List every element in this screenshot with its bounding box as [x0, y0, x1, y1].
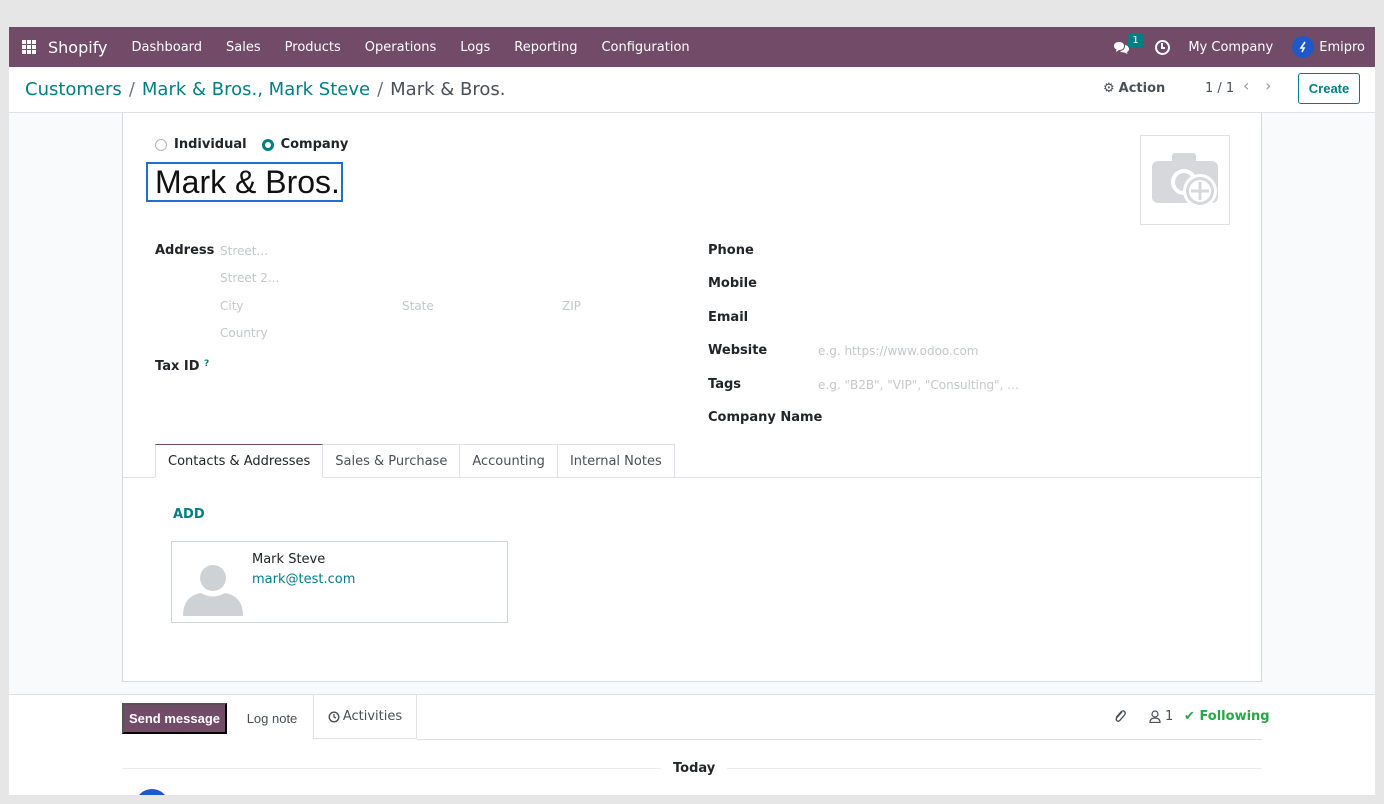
pager-value[interactable]: 1 / 1 — [1205, 81, 1234, 96]
phone-label: Phone — [708, 243, 754, 258]
radio-individual[interactable] — [155, 138, 167, 151]
activities-button[interactable]: Activities — [313, 695, 417, 739]
check-icon: ✔ — [1184, 709, 1195, 724]
contact-email-link[interactable]: mark@test.com — [252, 572, 355, 587]
company-type-radio: Individual Company — [155, 137, 363, 152]
street2-input[interactable]: Street 2... — [220, 271, 279, 285]
action-label: Action — [1118, 81, 1166, 96]
app-brand[interactable]: Shopify — [48, 38, 108, 57]
followers-button[interactable]: 1 — [1149, 709, 1173, 724]
mobile-label: Mobile — [708, 276, 757, 291]
navbar-systray: 1 My Company Emipro — [1113, 27, 1375, 67]
website-input[interactable]: e.g. https://www.odoo.com — [818, 344, 979, 358]
message-author-avatar — [135, 789, 169, 795]
create-button[interactable]: Create — [1298, 73, 1360, 104]
camera-plus-icon — [1152, 153, 1218, 208]
tax-id-help-icon[interactable]: ? — [204, 359, 209, 369]
breadcrumb-current: Mark & Bros. — [390, 79, 506, 100]
clock-icon — [328, 710, 340, 723]
tags-input[interactable]: e.g. "B2B", "VIP", "Consulting", ... — [818, 378, 1019, 392]
following-label: Following — [1199, 709, 1270, 724]
user-avatar[interactable] — [1292, 36, 1315, 58]
email-label: Email — [708, 310, 749, 325]
image-upload[interactable] — [1140, 135, 1230, 225]
company-name-label: Company Name — [708, 410, 823, 425]
street-input[interactable]: Street... — [220, 244, 268, 258]
apps-grid-icon[interactable] — [22, 40, 36, 54]
city-input[interactable]: City — [220, 299, 244, 313]
tax-id-label-text: Tax ID — [155, 359, 200, 374]
activities-label: Activities — [342, 709, 403, 724]
website-label: Website — [708, 343, 768, 358]
send-message-button[interactable]: Send message — [122, 703, 227, 734]
user-logo-icon — [1299, 41, 1306, 53]
radio-company[interactable] — [261, 138, 274, 151]
name-input[interactable]: Mark & Bros. — [146, 162, 343, 202]
following-button[interactable]: ✔ Following — [1184, 709, 1270, 724]
user-icon — [1149, 710, 1161, 723]
notebook-tabs: Contacts & Addresses Sales & Purchase Ac… — [155, 444, 675, 478]
state-input[interactable]: State — [402, 299, 434, 313]
breadcrumb-customers[interactable]: Customers — [25, 79, 122, 100]
menu-configuration[interactable]: Configuration — [589, 40, 701, 55]
form-sheet: Individual Company Mark & Bros. Address … — [122, 113, 1262, 682]
main-menu: Dashboard Sales Products Operations Logs… — [120, 40, 702, 55]
control-panel: Customers / Mark & Bros., Mark Steve / M… — [9, 67, 1375, 113]
pager-previous-icon[interactable]: ‹ — [1243, 78, 1255, 94]
breadcrumb-separator: / — [377, 79, 384, 100]
menu-reporting[interactable]: Reporting — [502, 40, 589, 55]
tab-internal-notes[interactable]: Internal Notes — [557, 444, 675, 478]
breadcrumb-separator: / — [128, 79, 135, 100]
user-menu[interactable]: Emipro — [1319, 40, 1365, 55]
company-switcher[interactable]: My Company — [1188, 40, 1273, 55]
breadcrumb-parent-contact[interactable]: Mark & Bros., Mark Steve — [142, 79, 370, 100]
date-separator-label: Today — [661, 761, 728, 776]
log-note-button[interactable]: Log note — [231, 703, 313, 734]
gear-icon: ⚙ — [1103, 81, 1115, 96]
tab-sales-purchase[interactable]: Sales & Purchase — [323, 444, 461, 478]
menu-products[interactable]: Products — [273, 40, 353, 55]
action-menu-button[interactable]: ⚙ Action — [1103, 81, 1165, 96]
tax-id-label: Tax ID ? — [155, 359, 209, 374]
activity-clock-icon[interactable] — [1155, 39, 1171, 55]
country-input[interactable]: Country — [220, 326, 268, 340]
menu-operations[interactable]: Operations — [353, 40, 448, 55]
chatter-divider — [417, 739, 1262, 740]
breadcrumb: Customers / Mark & Bros., Mark Steve / M… — [25, 79, 505, 100]
tab-contacts-addresses[interactable]: Contacts & Addresses — [155, 444, 324, 478]
top-navbar: Shopify Dashboard Sales Products Operati… — [9, 27, 1375, 67]
messages-button[interactable]: 1 — [1113, 34, 1143, 58]
address-label: Address — [155, 243, 215, 258]
attachment-icon[interactable] — [1113, 709, 1127, 728]
contact-name: Mark Steve — [252, 552, 326, 567]
menu-sales[interactable]: Sales — [214, 40, 273, 55]
followers-count: 1 — [1165, 709, 1174, 724]
radio-company-label[interactable]: Company — [281, 137, 349, 152]
messages-count-badge: 1 — [1128, 34, 1143, 48]
chatter: Send message Log note Activities 1 ✔ Fol… — [9, 694, 1375, 795]
add-contact-button[interactable]: ADD — [173, 507, 205, 522]
tags-label: Tags — [708, 377, 742, 392]
radio-individual-label[interactable]: Individual — [174, 137, 247, 152]
person-placeholder-icon — [183, 565, 243, 616]
tab-accounting[interactable]: Accounting — [460, 444, 558, 478]
menu-logs[interactable]: Logs — [448, 40, 502, 55]
app-window: Shopify Dashboard Sales Products Operati… — [9, 27, 1375, 795]
zip-input[interactable]: ZIP — [562, 299, 581, 313]
menu-dashboard[interactable]: Dashboard — [120, 40, 215, 55]
pager-next-icon[interactable]: › — [1265, 78, 1277, 94]
contact-card[interactable]: Mark Steve mark@test.com — [171, 541, 508, 623]
